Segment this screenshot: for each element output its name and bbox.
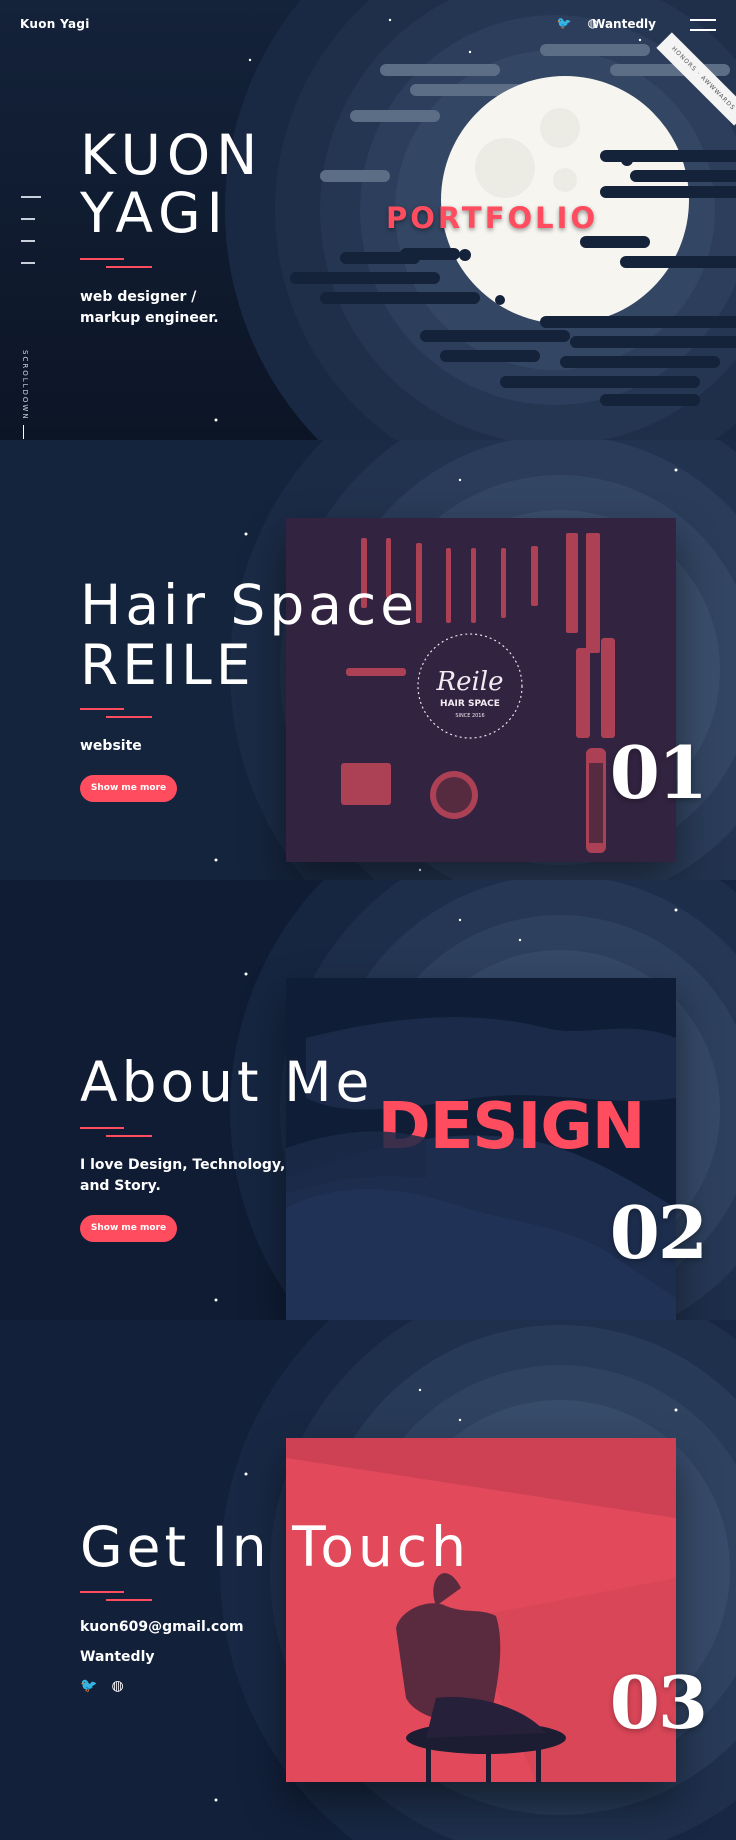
menu-icon[interactable] xyxy=(690,19,716,31)
work-subtitle-line1: I love Design, Technology, xyxy=(80,1157,286,1173)
accent-rule xyxy=(80,708,152,720)
work-title: Get In Touch xyxy=(80,1517,470,1577)
top-bar: Kuon Yagi 🐦 ◍ Wantedly xyxy=(0,0,736,50)
accent-rule xyxy=(80,1591,152,1603)
work-title-line1: Get In Touch xyxy=(80,1515,470,1579)
section-nav-item-about[interactable] xyxy=(21,240,35,242)
contact-email[interactable]: kuon609@gmail.com xyxy=(80,1619,244,1635)
hero-title-line1: KUON xyxy=(80,123,264,187)
work-title: About Me xyxy=(80,1052,373,1112)
show-more-button[interactable]: Show me more xyxy=(80,775,177,802)
work-subtitle-line2: and Story. xyxy=(80,1178,161,1194)
scroll-indicator xyxy=(23,425,24,439)
work-title-line2: REILE xyxy=(80,633,255,697)
work-number: 01 xyxy=(609,730,708,815)
work-title-line1: About Me xyxy=(80,1050,374,1114)
section-nav-item-hero[interactable] xyxy=(21,196,41,198)
work-title: Hair Space REILE xyxy=(80,575,418,695)
section-nav-item-work[interactable] xyxy=(21,218,35,220)
wantedly-link[interactable]: Wantedly xyxy=(592,17,656,31)
dribbble-icon[interactable]: ◍ xyxy=(111,1678,123,1694)
accent-rule xyxy=(80,1127,152,1139)
work-section-03: Get In Touch kuon609@gmail.com Wantedly … xyxy=(0,1320,736,1840)
contact-social-links: 🐦 ◍ xyxy=(80,1678,124,1694)
show-more-button[interactable]: Show me more xyxy=(80,1215,177,1242)
reile-logo-since: SINCE 2016 xyxy=(455,713,484,719)
work-subtitle: I love Design, Technology, and Story. xyxy=(80,1155,285,1197)
work-number: 03 xyxy=(609,1660,708,1745)
hero-subtitle-line2: markup engineer. xyxy=(80,310,219,326)
work-number: 02 xyxy=(609,1190,708,1275)
reile-logo-name: Reile xyxy=(436,667,504,697)
twitter-icon[interactable]: 🐦 xyxy=(557,17,572,29)
section-nav xyxy=(21,196,41,284)
section-nav-item-contact[interactable] xyxy=(21,262,35,264)
reile-logo-sub: HAIR SPACE xyxy=(440,699,500,709)
work-title-line1: Hair Space xyxy=(80,573,419,637)
portfolio-label: PORTFOLIO xyxy=(386,201,599,235)
contact-wantedly[interactable]: Wantedly xyxy=(80,1649,155,1665)
work-subtitle: website xyxy=(80,738,142,754)
hero-title-line2: YAGI xyxy=(80,181,229,245)
twitter-icon[interactable]: 🐦 xyxy=(80,1678,97,1694)
hero-subtitle: web designer / markup engineer. xyxy=(80,287,219,329)
accent-rule xyxy=(80,258,152,270)
scrolldown-label: SCROLLDOWN xyxy=(21,350,29,421)
hero-subtitle-line1: web designer / xyxy=(80,289,197,305)
brand-logo[interactable]: Kuon Yagi xyxy=(20,17,90,31)
hero-title: KUON YAGI xyxy=(80,126,263,242)
work-section-01: Reile HAIR SPACE SINCE 2016 Hair Space R… xyxy=(0,440,736,880)
work-section-02: DESIGN About Me I love Design, Technolog… xyxy=(0,880,736,1320)
